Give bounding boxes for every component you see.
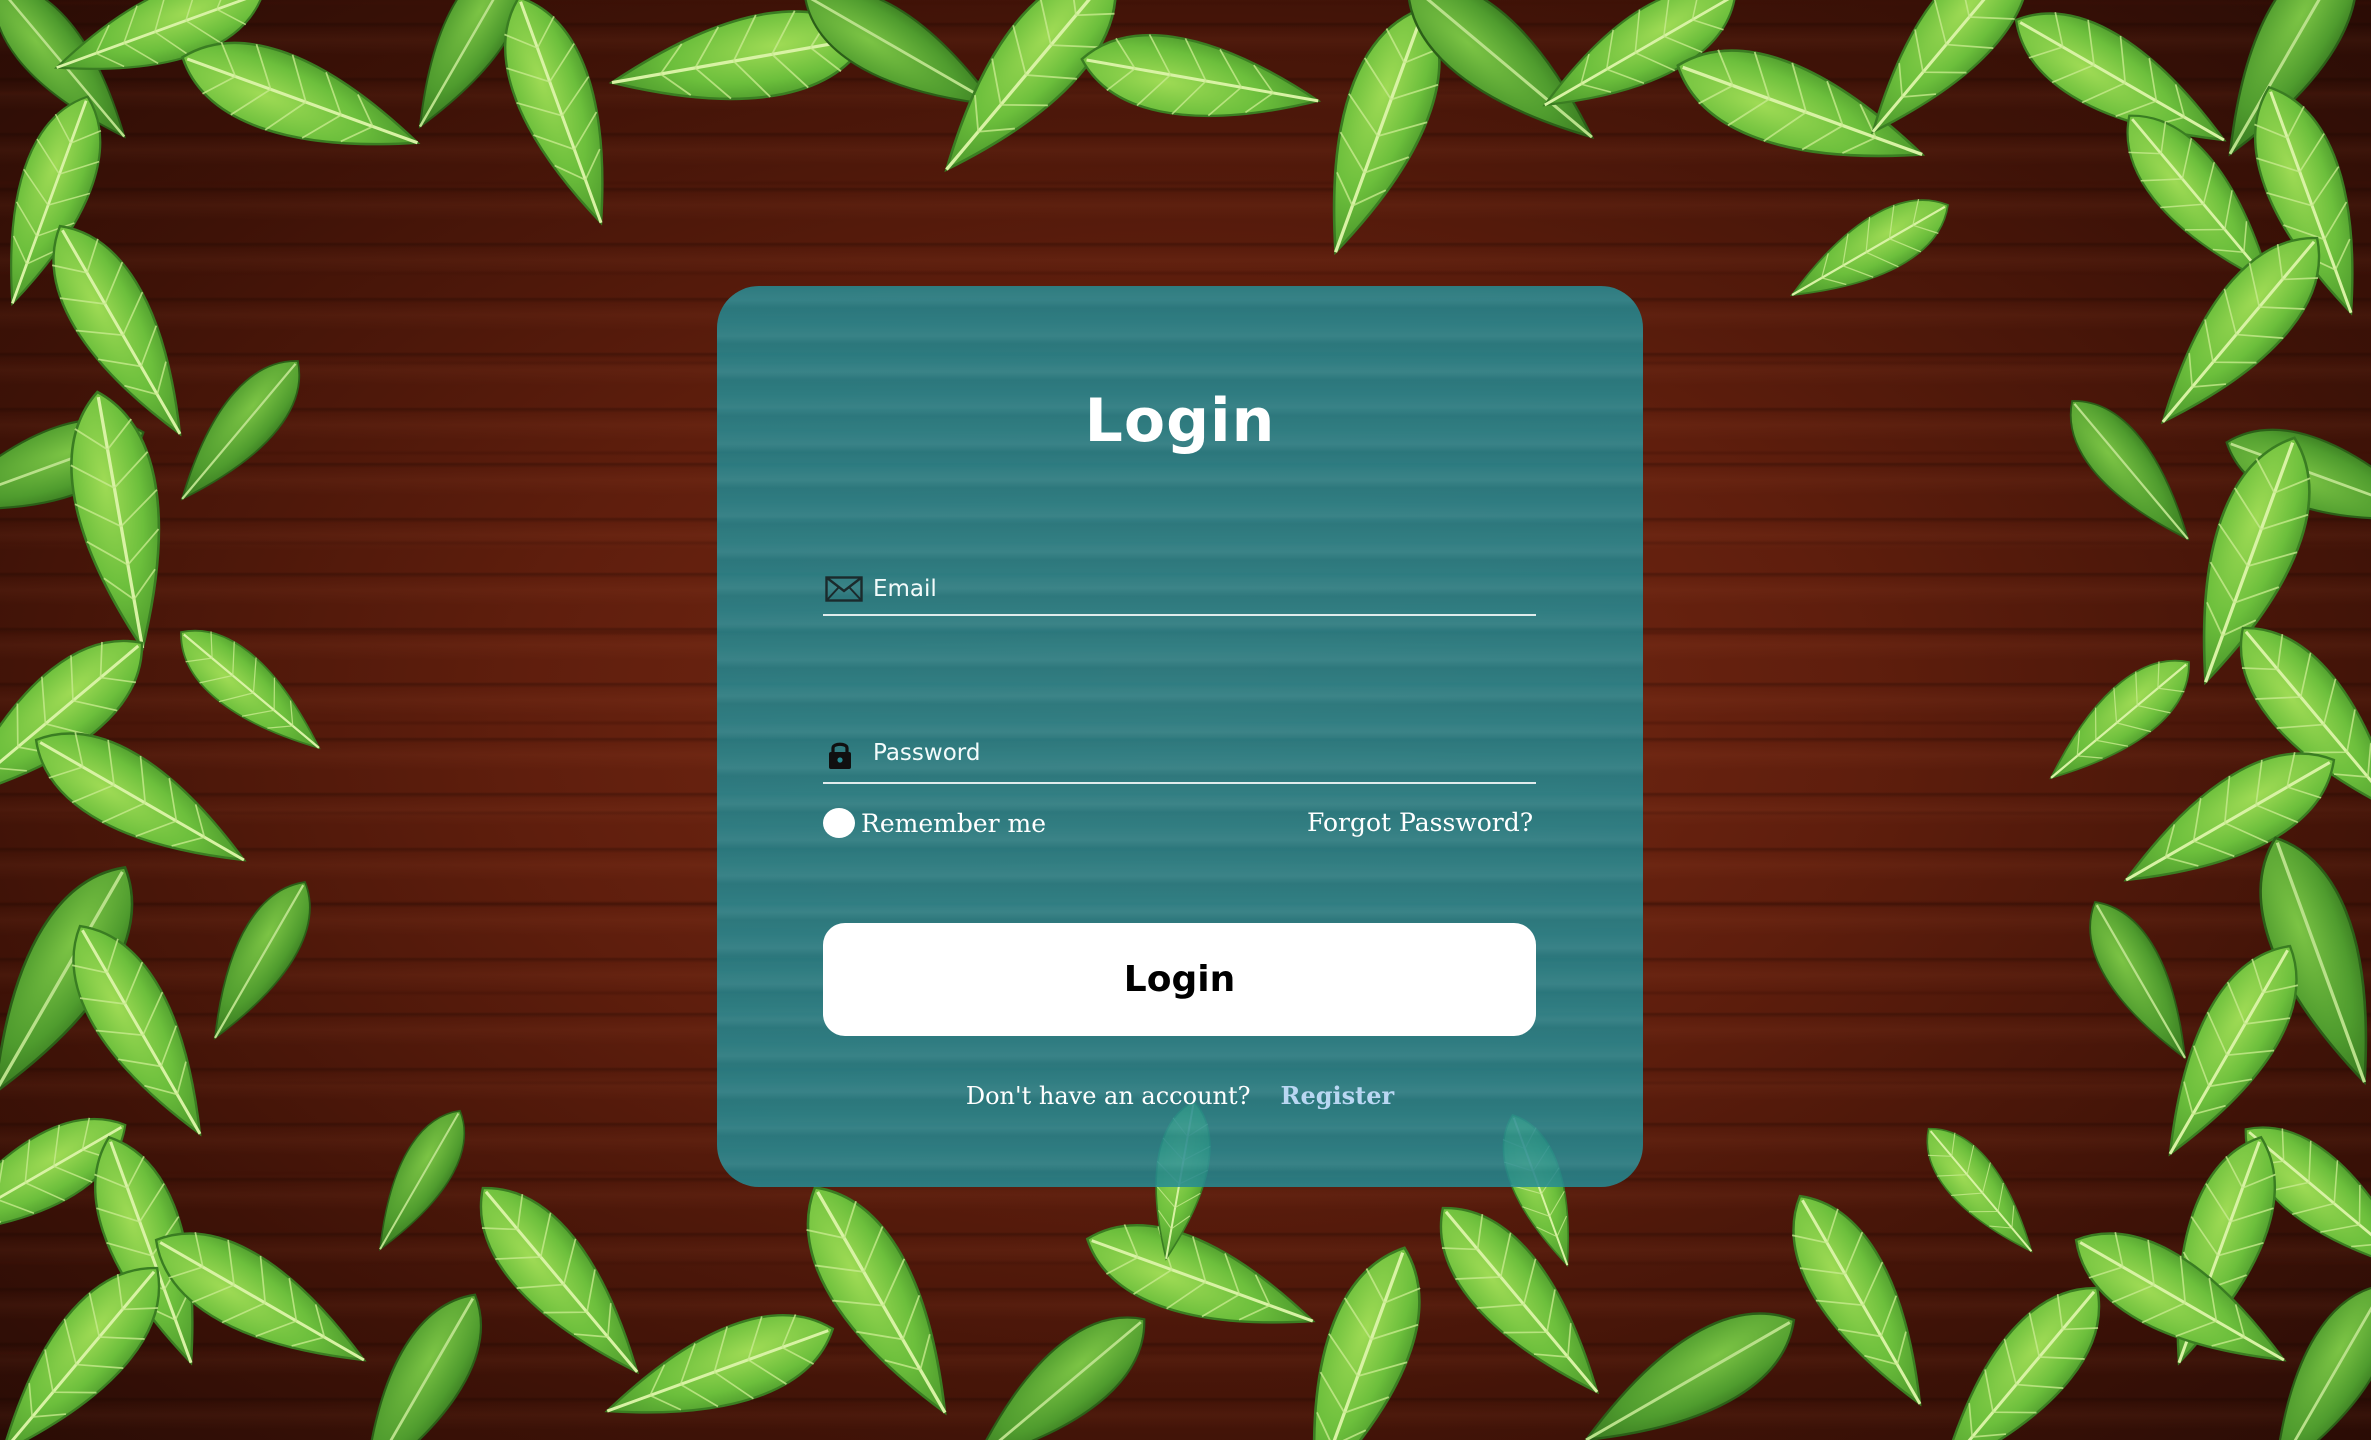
remember-me-label: Remember me: [861, 808, 1047, 838]
leaf: [1911, 1261, 2129, 1440]
leaf: [1565, 1285, 1815, 1440]
leaf: [451, 1161, 669, 1399]
login-title: Login: [1084, 386, 1276, 456]
password-field[interactable]: Password: [823, 732, 1536, 784]
leaf: [189, 866, 331, 1054]
leaf: [777, 1164, 983, 1436]
leaf: [1411, 1181, 1629, 1419]
lock-icon: [825, 740, 855, 774]
leaf: [159, 341, 321, 519]
register-prompt: Don't have an account? Register: [717, 1081, 1643, 1110]
envelope-icon: [825, 576, 863, 606]
leaf: [2031, 638, 2209, 802]
leaf: [481, 0, 639, 238]
password-placeholder: Password: [873, 740, 981, 766]
leaf: [45, 905, 235, 1155]
leaf: [0, 1241, 189, 1440]
remember-me-checkbox[interactable]: Remember me: [823, 806, 1046, 840]
remember-me-toggle[interactable]: [823, 808, 855, 838]
email-placeholder: Email: [873, 576, 937, 602]
leaf: [161, 608, 339, 772]
register-question: Don't have an account?: [965, 1082, 1251, 1110]
email-field[interactable]: Email: [823, 568, 1536, 616]
leaf: [1765, 1175, 1955, 1425]
leaf: [15, 705, 265, 895]
leaf: [952, 1291, 1168, 1440]
leaf: [1907, 1111, 2053, 1269]
leaf: [357, 1097, 483, 1263]
login-button[interactable]: Login: [823, 923, 1536, 1036]
leaf: [1073, 19, 1327, 141]
register-link[interactable]: Register: [1281, 1081, 1395, 1110]
leaf: [1995, 0, 2245, 175]
leaf: [1776, 178, 1964, 322]
leaf: [2069, 886, 2211, 1074]
forgot-password-link[interactable]: Forgot Password?: [1307, 806, 1533, 840]
login-card: Login Email Password Remember me Forgot …: [717, 286, 1643, 1187]
leaf: [1274, 1231, 1446, 1440]
